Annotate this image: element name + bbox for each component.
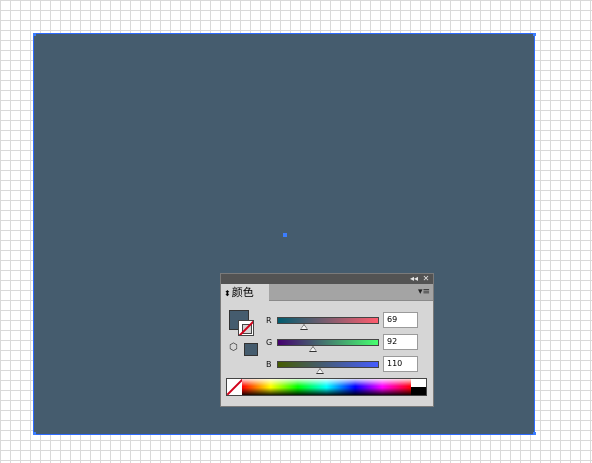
- tab-label: 颜色: [231, 286, 254, 299]
- selection-handle-top-left[interactable]: [33, 33, 36, 36]
- tab-options-icon: ⬍: [224, 289, 231, 298]
- collapse-icon[interactable]: ◂◂: [408, 274, 420, 284]
- selection-handle-bottom-right[interactable]: [533, 432, 536, 435]
- slider-thumb-g[interactable]: [309, 346, 317, 352]
- channel-input-b[interactable]: 110: [383, 356, 418, 372]
- spectrum-ramp[interactable]: [242, 379, 411, 395]
- channel-input-g[interactable]: 92: [383, 334, 418, 350]
- panel-titlebar[interactable]: ◂◂ ✕: [221, 274, 433, 284]
- selection-handle-bottom-left[interactable]: [33, 432, 36, 435]
- panel-menu-icon[interactable]: ▾≡: [418, 286, 430, 298]
- color-spectrum[interactable]: [226, 378, 427, 396]
- close-icon[interactable]: ✕: [420, 274, 432, 284]
- slider-track-g[interactable]: [277, 339, 379, 346]
- channel-label-g: G: [266, 338, 273, 347]
- tab-color[interactable]: ⬍颜色: [221, 284, 269, 301]
- panel-tabbar: ⬍颜色 ▾≡: [221, 284, 433, 301]
- slider-thumb-b[interactable]: [316, 368, 324, 374]
- none-color-swatch[interactable]: [227, 379, 242, 395]
- websafe-color-swatch[interactable]: [244, 343, 258, 356]
- stroke-swatch[interactable]: [238, 320, 254, 336]
- channel-input-r[interactable]: 69: [383, 312, 418, 328]
- channel-label-b: B: [266, 360, 272, 369]
- slider-track-b[interactable]: [277, 361, 379, 368]
- color-panel: ◂◂ ✕ ⬍颜色 ▾≡ ⬡ R 69 G 92 B 110: [220, 273, 434, 407]
- slider-thumb-r[interactable]: [300, 324, 308, 330]
- selection-handle-top-right[interactable]: [533, 33, 536, 36]
- center-point[interactable]: [283, 233, 287, 237]
- slider-track-r[interactable]: [277, 317, 379, 324]
- out-of-gamut-cube-icon[interactable]: ⬡: [229, 343, 239, 353]
- black-white-swatch[interactable]: [411, 379, 426, 395]
- channel-label-r: R: [266, 316, 272, 325]
